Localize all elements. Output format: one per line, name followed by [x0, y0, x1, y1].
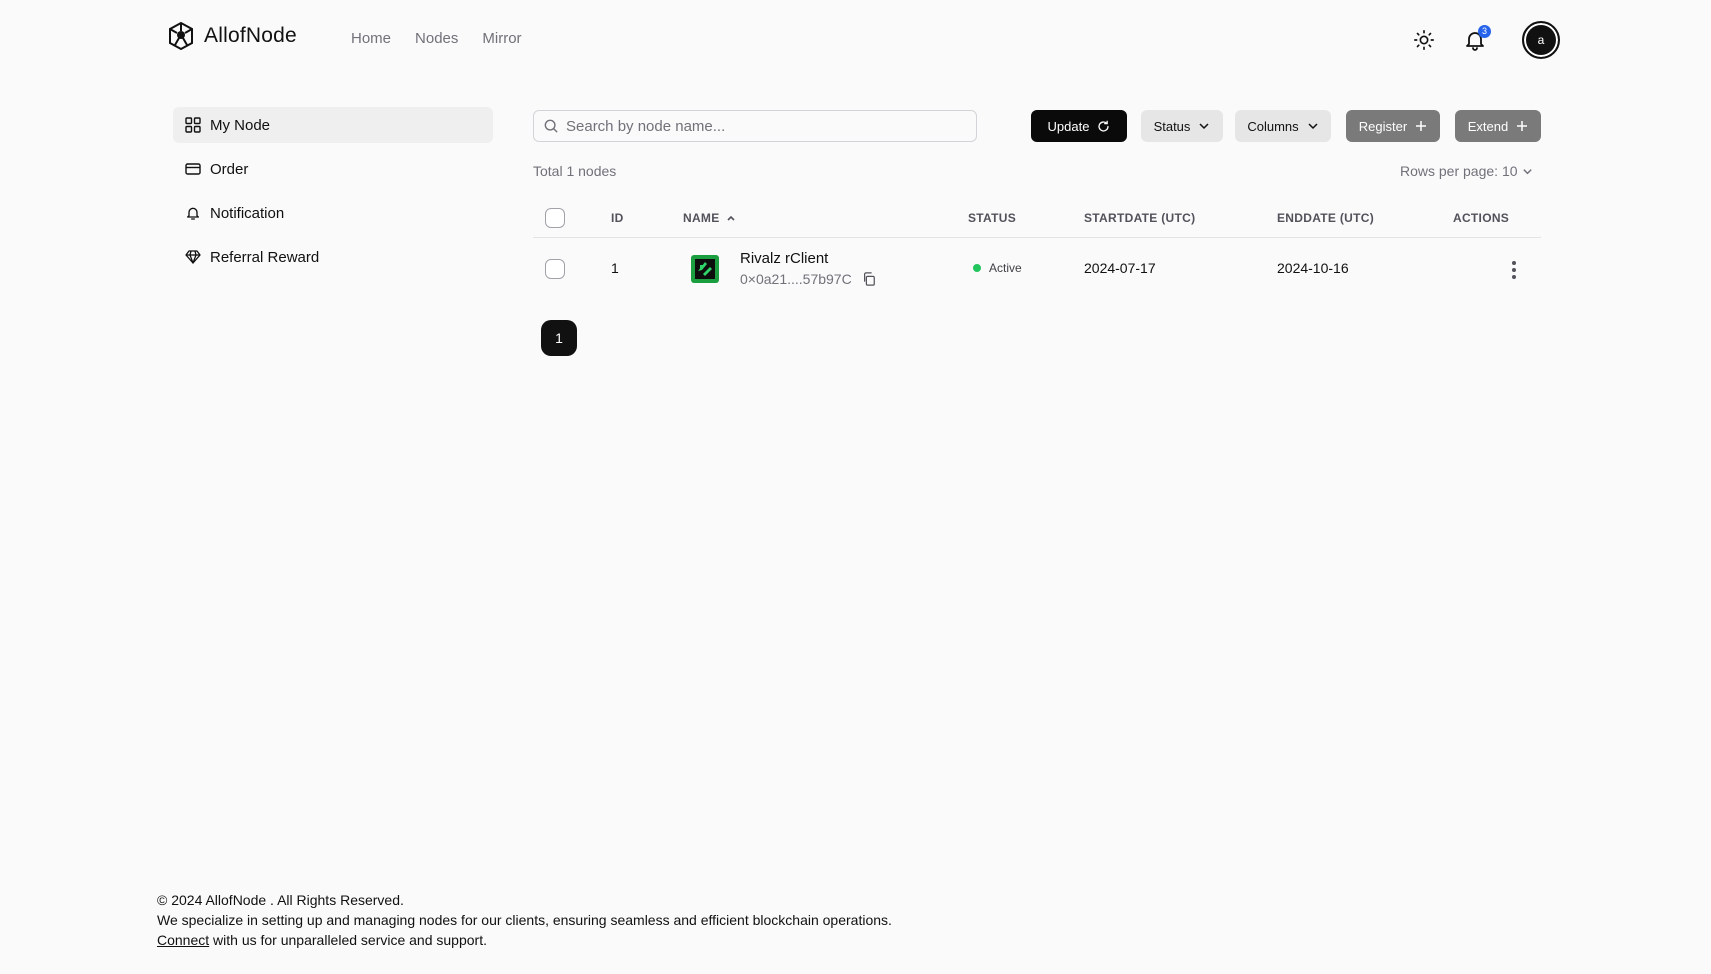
footer-connect-text: with us for unparalleled service and sup…: [209, 932, 487, 948]
chevron-down-icon: [1199, 123, 1209, 130]
sort-asc-icon: [726, 215, 735, 221]
plus-icon: [1416, 121, 1427, 131]
status-badge: Active: [973, 261, 1022, 275]
sidebar-item-order[interactable]: Order: [173, 151, 493, 187]
rows-per-page-select[interactable]: Rows per page: 10: [1400, 163, 1533, 179]
user-avatar[interactable]: a: [1522, 21, 1560, 59]
kebab-dot: [1512, 268, 1516, 272]
kebab-dot: [1512, 261, 1516, 265]
sidebar-item-my-node[interactable]: My Node: [173, 107, 493, 143]
sidebar-item-label: Notification: [210, 204, 285, 222]
status-button-label: Status: [1153, 118, 1191, 134]
top-header: AllofNode Home Nodes Mirror 3 a: [0, 0, 1711, 80]
chevron-down-icon: [1522, 168, 1532, 174]
card-icon: [185, 163, 201, 175]
node-address-text: 0×0a21....57b97C: [740, 271, 852, 287]
search-input[interactable]: [566, 117, 966, 135]
node-logo-icon: [691, 255, 719, 283]
columns-button[interactable]: Columns: [1235, 110, 1331, 142]
refresh-icon: [1098, 120, 1110, 132]
column-header-startdate[interactable]: STARTDATE (UTC): [1084, 211, 1195, 225]
search-box: [533, 110, 977, 142]
rows-per-page-label: Rows per page: 10: [1400, 163, 1518, 179]
update-button[interactable]: Update: [1031, 110, 1127, 142]
brand-logo[interactable]: AllofNode: [168, 22, 297, 50]
footer-tagline: We specialize in setting up and managing…: [157, 912, 892, 928]
node-name: Rivalz rClient: [740, 250, 829, 267]
footer-copyright: © 2024 AllofNode . All Rights Reserved.: [157, 892, 404, 908]
search-icon: [544, 119, 558, 133]
node-startdate: 2024-07-17: [1084, 260, 1156, 276]
allofnode-logo-icon: [169, 22, 193, 50]
node-id: 1: [611, 260, 619, 276]
nav-home[interactable]: Home: [351, 30, 391, 47]
column-header-enddate[interactable]: ENDDATE (UTC): [1277, 211, 1374, 225]
pagination-page-button[interactable]: 1: [541, 320, 577, 356]
footer: © 2024 AllofNode . All Rights Reserved. …: [157, 890, 892, 950]
sidebar-item-notification[interactable]: Notification: [173, 195, 493, 231]
column-header-status[interactable]: STATUS: [968, 211, 1016, 225]
row-select-checkbox[interactable]: [545, 259, 565, 279]
plus-icon: [1517, 121, 1528, 131]
copy-icon[interactable]: [862, 272, 876, 286]
columns-button-label: Columns: [1247, 118, 1299, 134]
table-row[interactable]: 1 Rivalz rClient 0×0a21....57b97C Active…: [533, 238, 1541, 300]
column-header-actions: ACTIONS: [1453, 211, 1510, 225]
column-header-name-label: NAME: [683, 211, 720, 225]
diamond-icon: [185, 250, 201, 264]
sidebar-item-label: My Node: [210, 116, 271, 134]
node-enddate: 2024-10-16: [1277, 260, 1349, 276]
column-header-name[interactable]: NAME: [683, 211, 736, 225]
update-button-label: Update: [1047, 118, 1090, 134]
bell-icon: [187, 207, 199, 220]
column-header-id[interactable]: ID: [611, 211, 624, 225]
kebab-dot: [1512, 275, 1516, 279]
main-nav: Home Nodes Mirror: [351, 30, 522, 47]
notification-count-badge: 3: [1478, 25, 1491, 38]
nav-nodes[interactable]: Nodes: [415, 30, 458, 47]
sidebar: My Node Order Notification Referral Rewa…: [173, 107, 493, 283]
footer-connect-link[interactable]: Connect: [157, 932, 209, 948]
total-nodes-text: Total 1 nodes: [533, 163, 617, 179]
select-all-checkbox[interactable]: [545, 208, 565, 228]
extend-button[interactable]: Extend: [1455, 110, 1541, 142]
status-filter-button[interactable]: Status: [1141, 110, 1223, 142]
theme-toggle-button[interactable]: [1412, 28, 1436, 52]
brand-name: AllofNode: [204, 24, 297, 47]
row-actions-menu-button[interactable]: [1504, 259, 1524, 281]
nav-mirror[interactable]: Mirror: [482, 30, 521, 47]
table-header-row: ID NAME STATUS STARTDATE (UTC) ENDDATE (…: [533, 200, 1541, 238]
nodes-table: ID NAME STATUS STARTDATE (UTC) ENDDATE (…: [533, 200, 1541, 300]
register-button-label: Register: [1358, 118, 1408, 134]
sidebar-item-label: Order: [210, 160, 249, 178]
node-address: 0×0a21....57b97C: [740, 271, 876, 287]
status-text: Active: [989, 261, 1022, 275]
sidebar-item-referral-reward[interactable]: Referral Reward: [173, 239, 493, 275]
notifications-button[interactable]: 3: [1463, 25, 1491, 53]
chevron-down-icon: [1308, 123, 1318, 130]
grid-icon: [185, 117, 201, 133]
extend-button-label: Extend: [1467, 118, 1509, 134]
sun-icon: [1414, 30, 1434, 50]
footer-connect-line: Connect with us for unparalleled service…: [157, 930, 892, 950]
sidebar-item-label: Referral Reward: [210, 248, 320, 266]
register-button[interactable]: Register: [1346, 110, 1440, 142]
status-dot-icon: [973, 264, 981, 272]
